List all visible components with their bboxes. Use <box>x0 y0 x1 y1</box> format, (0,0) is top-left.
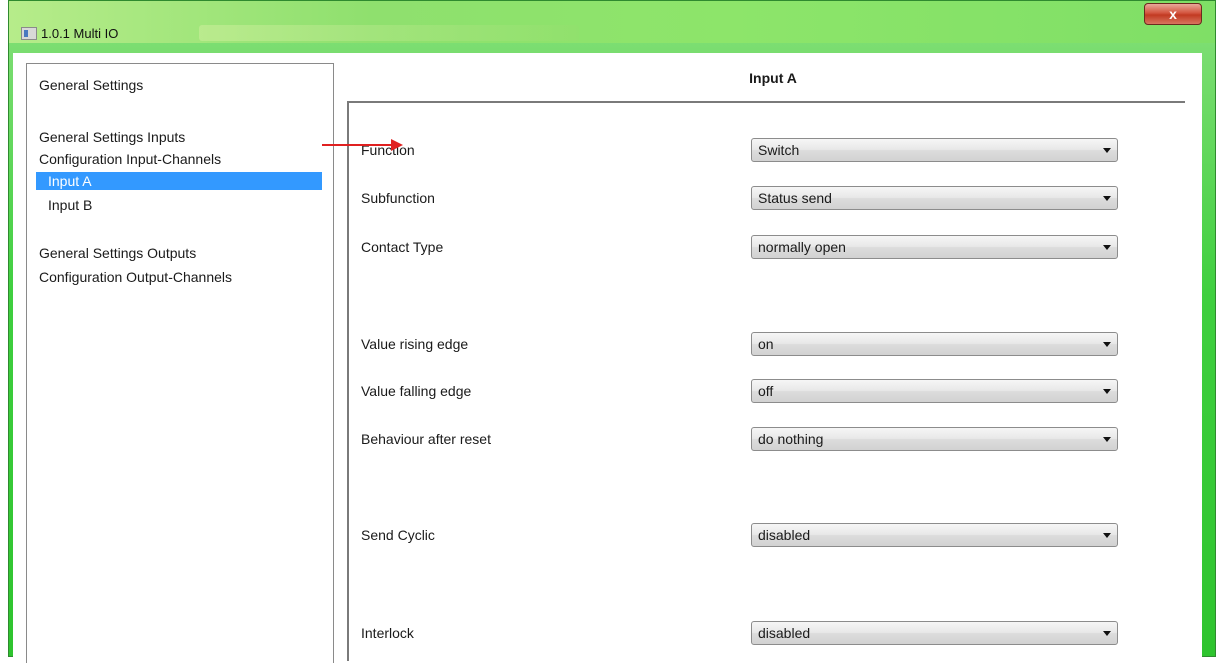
contact-type-dropdown[interactable]: normally open <box>751 235 1118 259</box>
tree-item-configuration-output-channels[interactable]: Configuration Output-Channels <box>39 268 232 286</box>
client-area: General Settings General Settings Inputs… <box>13 53 1202 663</box>
tree-item-general-settings[interactable]: General Settings <box>39 76 143 94</box>
window-title: 1.0.1 Multi IO <box>41 26 119 41</box>
title-bar: 1.0.1 Multi IO x <box>9 1 1215 43</box>
param-label-function: Function <box>361 142 415 158</box>
chevron-down-icon <box>1103 148 1111 153</box>
chevron-down-icon <box>1103 533 1111 538</box>
chevron-down-icon <box>1103 245 1111 250</box>
close-button[interactable]: x <box>1144 3 1202 25</box>
chevron-down-icon <box>1103 342 1111 347</box>
menu-bar <box>199 25 579 41</box>
tree-item-general-settings-outputs[interactable]: General Settings Outputs <box>39 244 196 262</box>
param-label-send-cyclic: Send Cyclic <box>361 527 435 543</box>
app-icon <box>21 27 37 40</box>
chevron-down-icon <box>1103 437 1111 442</box>
param-label-contact-type: Contact Type <box>361 239 444 255</box>
value-falling-edge-dropdown[interactable]: off <box>751 379 1118 403</box>
contact-type-value: normally open <box>758 239 846 255</box>
value-falling-edge-value: off <box>758 383 774 399</box>
send-cyclic-value: disabled <box>758 527 811 543</box>
panel-title: Input A <box>749 70 797 86</box>
value-rising-edge-value: on <box>758 336 774 352</box>
chevron-down-icon <box>1103 196 1111 201</box>
parameter-panel: Input A Function Switch Subfunction Stat… <box>344 63 1202 663</box>
behaviour-after-reset-dropdown[interactable]: do nothing <box>751 427 1118 451</box>
subfunction-value: Status send <box>758 190 832 206</box>
tree-item-input-b[interactable]: Input B <box>36 196 322 214</box>
param-label-subfunction: Subfunction <box>361 190 435 206</box>
value-rising-edge-dropdown[interactable]: on <box>751 332 1118 356</box>
arrow-head-icon <box>391 139 403 151</box>
interlock-dropdown[interactable]: disabled <box>751 621 1118 645</box>
function-value: Switch <box>758 142 800 158</box>
interlock-value: disabled <box>758 625 811 641</box>
param-label-behaviour-after-reset: Behaviour after reset <box>361 431 491 447</box>
tree-item-general-settings-inputs[interactable]: General Settings Inputs <box>39 128 185 146</box>
chevron-down-icon <box>1103 389 1111 394</box>
red-arrow-icon <box>322 144 394 146</box>
param-label-value-falling-edge: Value falling edge <box>361 383 472 399</box>
chevron-down-icon <box>1103 631 1111 636</box>
parameter-area: Function Switch Subfunction Status send … <box>347 101 1185 661</box>
navigation-tree: General Settings General Settings Inputs… <box>26 63 334 663</box>
subfunction-dropdown[interactable]: Status send <box>751 186 1118 210</box>
behaviour-after-reset-value: do nothing <box>758 431 824 447</box>
tree-item-input-a[interactable]: Input A <box>36 172 322 190</box>
param-label-value-rising-edge: Value rising edge <box>361 336 469 352</box>
tree-item-configuration-input-channels[interactable]: Configuration Input-Channels <box>39 150 221 168</box>
param-label-interlock: Interlock <box>361 625 414 641</box>
send-cyclic-dropdown[interactable]: disabled <box>751 523 1118 547</box>
function-dropdown[interactable]: Switch <box>751 138 1118 162</box>
